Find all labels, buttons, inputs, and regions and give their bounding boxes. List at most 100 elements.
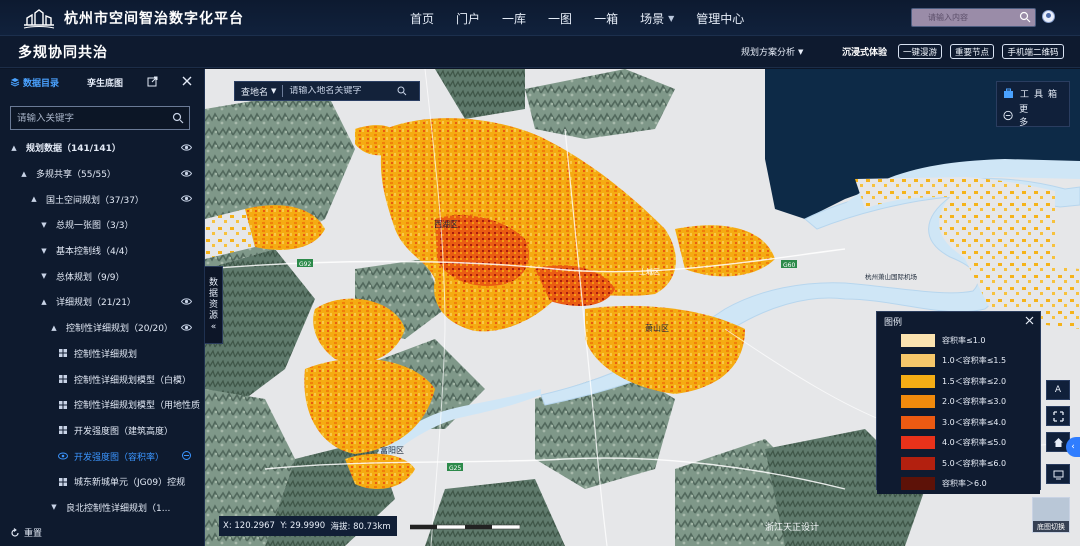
nav-toolbox[interactable]: 一箱 xyxy=(594,10,618,27)
legend-item: 5.0＜容积率≤6.0 xyxy=(877,453,1040,474)
plan-analysis-label: 规划方案分析 xyxy=(741,48,796,58)
tree-item[interactable]: 控制性详细规划模型（白模） xyxy=(0,366,204,392)
label-letter: A xyxy=(1054,385,1062,395)
caret-collapsed-icon[interactable]: ▼ xyxy=(38,221,50,229)
legend-swatch xyxy=(901,333,935,347)
tree-item[interactable]: 开发强度图（容积率） xyxy=(0,443,204,469)
legend-label: 1.0＜容积率≤1.5 xyxy=(942,356,1007,366)
nav-home[interactable]: 首页 xyxy=(410,10,434,27)
tree-item[interactable]: ▲ 规划数据（141/141） xyxy=(0,135,204,161)
caret-expanded-icon[interactable]: ▲ xyxy=(8,144,20,152)
map-label-xihu: 西湖区 xyxy=(434,220,458,229)
nav-database[interactable]: 一库 xyxy=(502,10,526,27)
fullscreen-button[interactable] xyxy=(1046,406,1070,426)
tree-item-label: 详细规划（21/21） xyxy=(56,298,136,309)
user-avatar[interactable] xyxy=(1042,10,1055,23)
nav-scenes[interactable]: 场景 ▼ xyxy=(640,10,674,27)
data-resource-toggle[interactable]: 数 据 资 源 « xyxy=(205,266,223,344)
caret-expanded-icon[interactable]: ▲ xyxy=(28,195,40,203)
tree-item[interactable]: ▲ 控制性详细规划（20/20） xyxy=(0,315,204,341)
catalog-search-input[interactable] xyxy=(17,112,167,124)
eye-icon[interactable] xyxy=(181,297,192,306)
search-icon[interactable] xyxy=(172,112,184,124)
screen-button[interactable] xyxy=(1046,464,1070,484)
legend-title: 图例 xyxy=(884,317,903,328)
legend-label: 容积率≤1.0 xyxy=(942,335,986,345)
close-icon[interactable] xyxy=(181,75,193,87)
layer-item-icon xyxy=(59,400,67,409)
basemap-label: 底图切换 xyxy=(1033,521,1069,532)
nav-portal[interactable]: 门户 xyxy=(456,10,480,27)
reset-label: 重置 xyxy=(24,529,43,539)
tree-item-label: 总规一张图（3/3） xyxy=(56,221,134,232)
key-nodes-button[interactable]: 重要节点 xyxy=(950,44,994,59)
layers-icon xyxy=(10,78,20,87)
caret-collapsed-icon[interactable]: ▼ xyxy=(38,247,50,255)
tree-item[interactable]: 控制性详细规划 xyxy=(0,341,204,367)
home-icon xyxy=(1053,437,1063,447)
global-search xyxy=(911,8,1036,27)
caret-expanded-icon[interactable]: ▲ xyxy=(18,170,30,178)
nav-scenes-label: 场景 xyxy=(640,11,665,26)
legend-swatch xyxy=(901,395,935,409)
tree-item[interactable]: 开发强度图（建筑高度） xyxy=(0,418,204,444)
eye-icon[interactable] xyxy=(181,194,192,203)
search-icon[interactable] xyxy=(397,86,407,96)
tree-item[interactable]: ▲ 详细规划（21/21） xyxy=(0,289,204,315)
chevron-down-icon: ▼ xyxy=(798,47,804,56)
svg-text:G25: G25 xyxy=(449,465,461,472)
mobile-qrcode-button[interactable]: 手机端二维码 xyxy=(1002,44,1064,59)
svg-text:G60: G60 xyxy=(783,262,795,269)
caret-expanded-icon[interactable]: ▲ xyxy=(38,298,50,306)
more-button[interactable]: 更多 xyxy=(997,104,1069,128)
label-toggle-button[interactable]: A xyxy=(1046,380,1070,400)
tree-item-label: 基本控制线（4/4） xyxy=(56,247,134,258)
tree-item-label: 控制性详细规划模型（白模） xyxy=(74,375,192,386)
eye-icon[interactable] xyxy=(181,323,192,332)
tree-item[interactable]: 控制性详细规划模型（用地性质 xyxy=(0,392,204,418)
reset-button[interactable]: 重置 xyxy=(10,526,42,539)
global-search-input[interactable] xyxy=(912,13,1012,22)
chevron-down-icon: ▼ xyxy=(271,87,277,95)
right-panel-toggle[interactable]: ‹ xyxy=(1066,437,1080,457)
tree-item[interactable]: ▼ 良北控制性详细规划（1... xyxy=(0,495,204,521)
remove-layer-icon[interactable] xyxy=(181,451,192,461)
nav-admin[interactable]: 管理中心 xyxy=(696,10,744,27)
data-tab-char: 源 xyxy=(208,310,218,321)
tree-item[interactable]: 城东新城单元（JG09）控规 xyxy=(0,469,204,495)
caret-expanded-icon[interactable]: ▲ xyxy=(48,324,60,332)
tree-item[interactable]: ▼ 基本控制线（4/4） xyxy=(0,238,204,264)
tree-item[interactable]: ▲ 国土空间规划（37/37） xyxy=(0,186,204,212)
caret-collapsed-icon[interactable]: ▼ xyxy=(48,503,60,511)
eye-icon[interactable] xyxy=(181,169,192,178)
basemap-switch[interactable]: 底图切换 xyxy=(1032,497,1070,533)
eye-icon[interactable] xyxy=(181,143,192,152)
chevron-down-icon: ▼ xyxy=(668,13,675,23)
search-icon[interactable] xyxy=(1019,11,1031,23)
map-label-fuyang: 富阳区 xyxy=(380,445,404,455)
more-label: 更多 xyxy=(1019,105,1047,128)
search-mode-dropdown[interactable]: 查地名 ▼ xyxy=(241,85,276,98)
catalog-tree: ▲ 规划数据（141/141） ▲ 多规共享（55/55） ▲ 国土空间规划（37/37）… xyxy=(0,135,204,520)
one-click-tour-button[interactable]: 一键漫游 xyxy=(898,44,942,59)
coord-x: X: 120.2967 xyxy=(223,521,275,531)
tree-item[interactable]: ▼ 总规一张图（3/3） xyxy=(0,212,204,238)
tab-twin-basemap[interactable]: 孪生底图 xyxy=(87,76,123,89)
legend-swatch xyxy=(901,374,935,388)
immersive-label: 沉浸式体验 xyxy=(842,48,888,58)
close-icon[interactable] xyxy=(1025,316,1034,325)
tree-item[interactable]: ▼ 总体规划（9/9） xyxy=(0,263,204,289)
map-label-xiaoshan: 萧山区 xyxy=(645,323,669,333)
place-search-input[interactable] xyxy=(289,86,394,96)
export-icon[interactable] xyxy=(147,76,158,87)
tab-data-catalog[interactable]: 数据目录 xyxy=(10,76,59,89)
tree-item[interactable]: ▲ 多规共享（55/55） xyxy=(0,161,204,187)
legend-label: 容积率＞6.0 xyxy=(942,479,987,489)
nav-map[interactable]: 一图 xyxy=(548,10,572,27)
search-mode-label: 查地名 xyxy=(241,87,269,98)
plan-analysis-dropdown[interactable]: 规划方案分析 ▼ xyxy=(741,45,804,59)
caret-collapsed-icon[interactable]: ▼ xyxy=(38,272,50,280)
legend-item: 3.0＜容积率≤4.0 xyxy=(877,412,1040,433)
road-shield-g92: G92 xyxy=(297,259,313,268)
toolbox-button[interactable]: 工具箱 xyxy=(997,82,1069,104)
